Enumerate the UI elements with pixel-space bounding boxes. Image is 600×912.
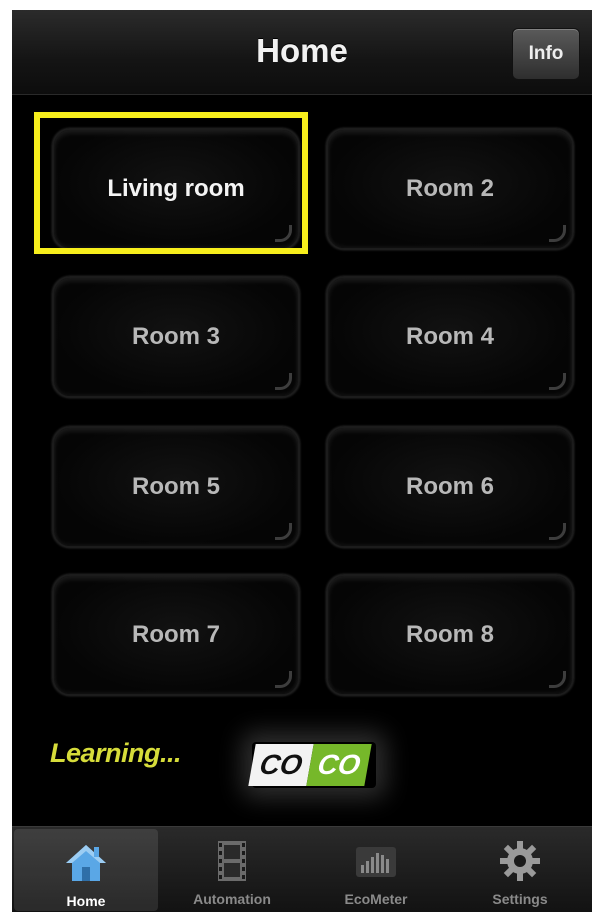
coco-logo: CO CO <box>248 742 376 788</box>
tab-home[interactable]: Home <box>14 829 158 911</box>
room-button-5[interactable]: Room 5 <box>52 426 300 548</box>
page-title: Home <box>256 32 348 69</box>
tab-automation[interactable]: Automation <box>160 827 304 912</box>
tab-label-ecometer: EcoMeter <box>344 891 408 907</box>
info-button[interactable]: Info <box>512 28 580 80</box>
tab-bar: Home Automation EcoMeter Settings <box>12 826 592 912</box>
app-screen: Home Info Living room Room 2 Room 3 Room… <box>12 10 592 912</box>
room-button-8[interactable]: Room 8 <box>326 574 574 696</box>
tab-label-automation: Automation <box>193 891 271 907</box>
home-icon <box>66 845 106 881</box>
room-button-2[interactable]: Room 2 <box>326 128 574 250</box>
logo-part-1: CO <box>248 744 314 786</box>
tab-settings[interactable]: Settings <box>448 827 592 912</box>
tab-ecometer[interactable]: EcoMeter <box>304 827 448 912</box>
learning-status: Learning... <box>50 738 182 768</box>
room-button-6[interactable]: Room 6 <box>326 426 574 548</box>
room-button-living-room[interactable]: Living room <box>52 128 300 250</box>
film-icon <box>218 841 246 881</box>
tab-label-home: Home <box>66 893 106 909</box>
room-button-7[interactable]: Room 7 <box>52 574 300 696</box>
room-button-3[interactable]: Room 3 <box>52 276 300 398</box>
gear-icon <box>500 841 540 881</box>
logo-part-2: CO <box>306 744 372 786</box>
bar-meter-icon <box>356 847 396 877</box>
tab-label-settings: Settings <box>492 891 548 907</box>
room-button-4[interactable]: Room 4 <box>326 276 574 398</box>
navigation-bar: Home Info <box>12 10 592 95</box>
